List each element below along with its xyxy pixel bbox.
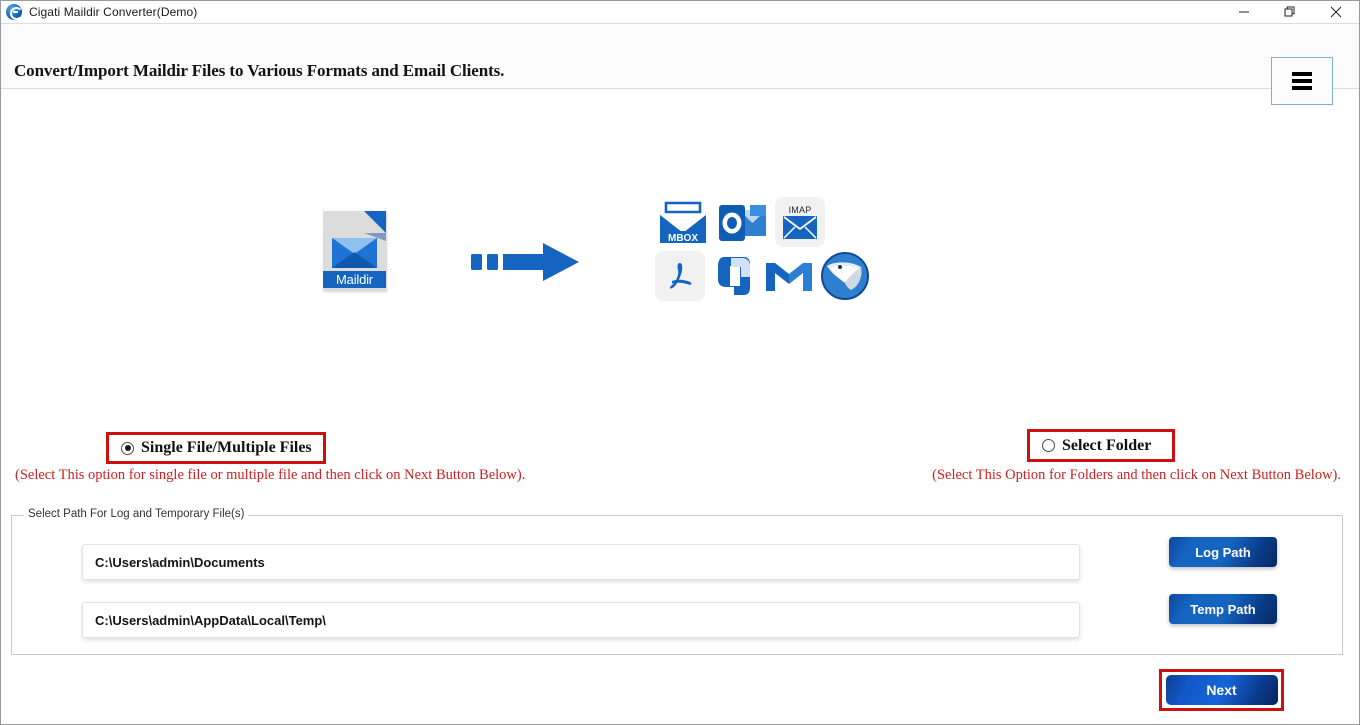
radio-single-file-multiple-files[interactable]: Single File/Multiple Files xyxy=(106,432,326,464)
maildir-label: Maildir xyxy=(323,271,386,288)
cigati-logo-icon xyxy=(6,4,23,20)
imap-label: IMAP xyxy=(788,205,812,215)
maildir-file-icon: Maildir xyxy=(323,211,386,291)
log-path-input[interactable]: C:\Users\admin\Documents xyxy=(82,544,1080,580)
target-format-icons: MBOX IMAP xyxy=(655,197,870,301)
temp-path-input[interactable]: C:\Users\admin\AppData\Local\Temp\ xyxy=(82,602,1080,638)
title-bar: Cigati Maildir Converter(Demo) xyxy=(1,1,1359,24)
conversion-graphic: Maildir MBOX IMAP xyxy=(1,89,1359,409)
header-bar: Convert/Import Maildir Files to Various … xyxy=(1,24,1359,105)
log-path-button[interactable]: Log Path xyxy=(1169,537,1277,567)
target-row-bottom xyxy=(655,251,870,301)
office-icon xyxy=(709,251,759,301)
thunderbird-icon xyxy=(820,251,870,301)
gmail-icon xyxy=(763,251,817,301)
target-row-top: MBOX IMAP xyxy=(655,197,870,247)
radio-label-folder: Select Folder xyxy=(1062,436,1152,454)
hint-single-file: (Select This option for single file or m… xyxy=(15,467,526,483)
close-icon[interactable] xyxy=(1313,1,1359,24)
paths-group-legend: Select Path For Log and Temporary File(s… xyxy=(24,508,249,520)
imap-icon: IMAP xyxy=(775,197,825,247)
svg-text:MBOX: MBOX xyxy=(668,233,698,244)
page-title: Convert/Import Maildir Files to Various … xyxy=(14,61,505,80)
paths-group: Select Path For Log and Temporary File(s… xyxy=(11,508,1343,655)
restore-icon[interactable] xyxy=(1267,1,1313,24)
blue-right-arrow-icon xyxy=(471,239,581,290)
radio-dot-single[interactable] xyxy=(121,441,134,455)
hint-select-folder: (Select This Option for Folders and then… xyxy=(932,467,1341,483)
radio-dot-folder[interactable] xyxy=(1042,439,1055,452)
window-controls xyxy=(1221,1,1359,24)
outlook-icon xyxy=(717,199,769,247)
radio-select-folder[interactable]: Select Folder xyxy=(1027,429,1175,462)
radio-label-single: Single File/Multiple Files xyxy=(141,439,312,456)
next-button[interactable]: Next xyxy=(1165,675,1278,705)
minimize-icon[interactable] xyxy=(1221,1,1267,24)
pdf-icon xyxy=(655,251,705,301)
mbox-icon: MBOX xyxy=(655,199,711,247)
temp-path-button[interactable]: Temp Path xyxy=(1169,594,1277,624)
next-button-highlight: Next xyxy=(1159,669,1284,711)
application-window: Cigati Maildir Converter(Demo) Convert/I… xyxy=(0,0,1360,725)
window-title: Cigati Maildir Converter(Demo) xyxy=(29,5,198,19)
